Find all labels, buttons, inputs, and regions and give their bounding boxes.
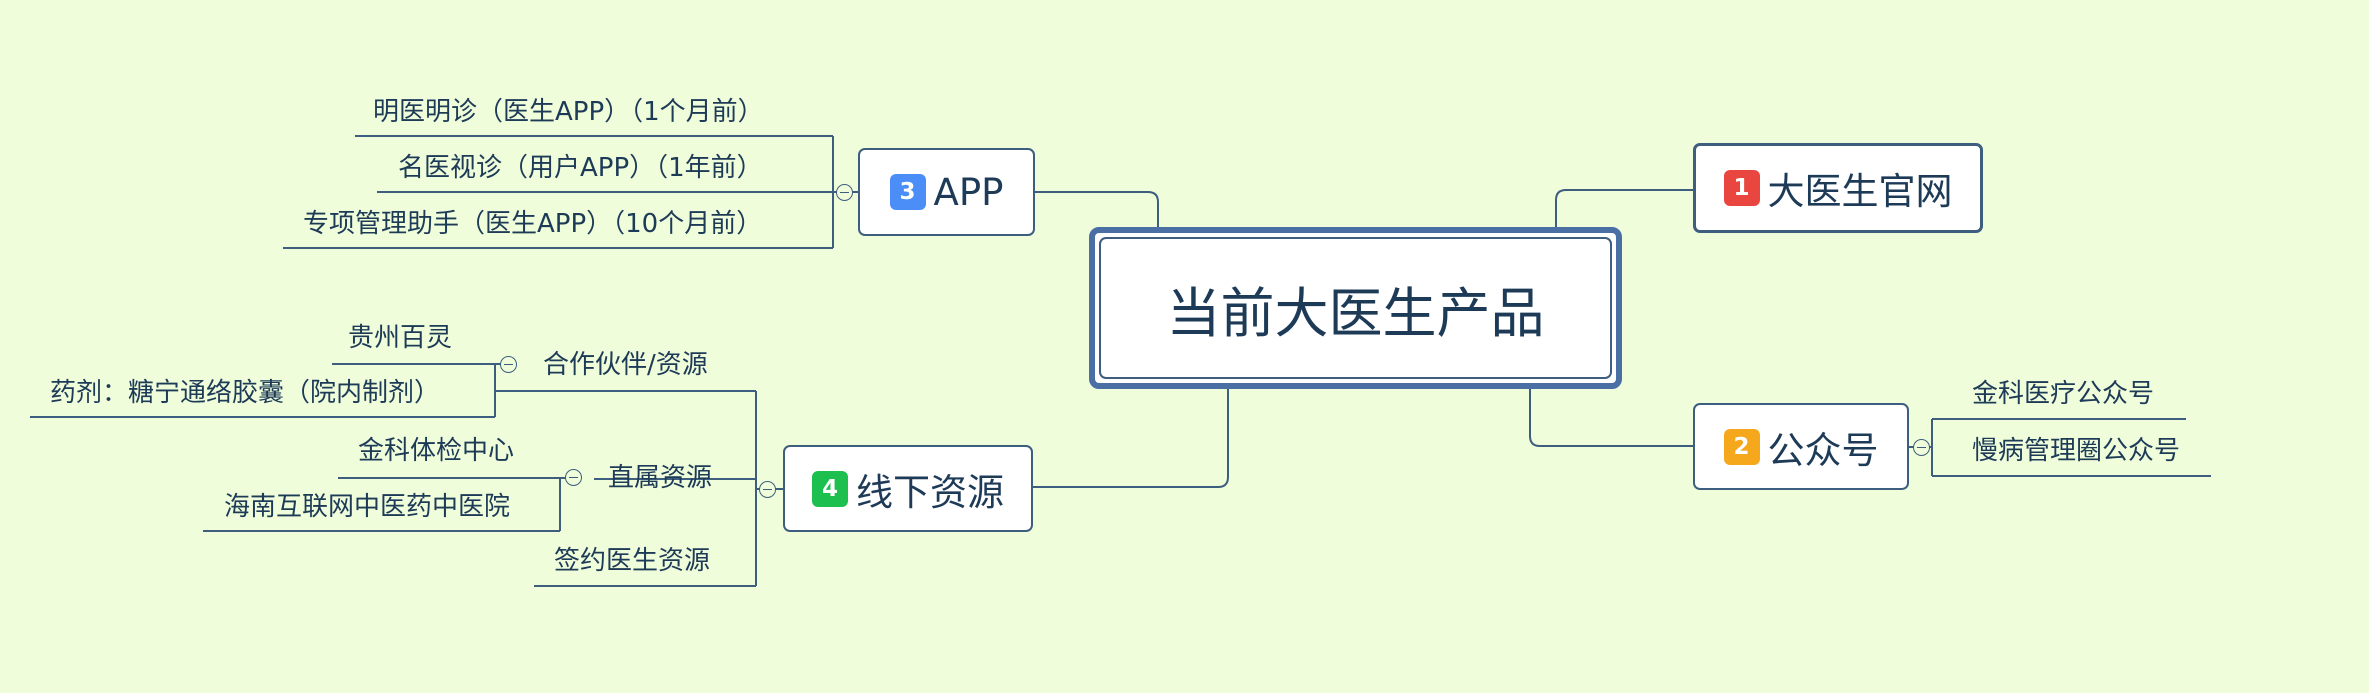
connector-wechat bbox=[1529, 379, 1693, 447]
priority-2-icon: 2 bbox=[1723, 428, 1760, 465]
leaf-mingyi-mingzhen[interactable]: 明医明诊（医生APP）（1个月前） bbox=[373, 97, 764, 127]
leaf-special-management-assistant[interactable]: 专项管理助手（医生APP）（10个月前） bbox=[303, 209, 762, 239]
collapse-partners-icon[interactable] bbox=[500, 356, 517, 373]
leaf-mingyi-shizhen[interactable]: 名医视诊（用户APP）（1年前） bbox=[398, 153, 763, 183]
collapse-direct-icon[interactable] bbox=[565, 469, 582, 486]
topic-wechat-label: 公众号 bbox=[1767, 428, 1879, 472]
topic-wechat[interactable]: 2 公众号 bbox=[1693, 403, 1909, 490]
branch-signed-doctors[interactable]: 签约医生资源 bbox=[554, 546, 710, 576]
priority-3-icon: 3 bbox=[889, 174, 926, 210]
leaf-hainan-tcm-hospital[interactable]: 海南互联网中医药中医院 bbox=[224, 492, 510, 522]
topic-app[interactable]: 3 APP bbox=[858, 148, 1035, 236]
mind-map-canvas: 当前大医生产品 1 大医生官网 2 公众号 金科医疗公众号 慢病管理圈公众号 3… bbox=[0, 0, 2369, 693]
topic-official-site-label: 大医生官网 bbox=[1767, 170, 1953, 213]
topic-offline-resources[interactable]: 4 线下资源 bbox=[783, 445, 1033, 532]
central-topic[interactable]: 当前大医生产品 bbox=[1099, 237, 1612, 379]
priority-1-icon: 1 bbox=[1723, 170, 1760, 206]
central-topic-label: 当前大医生产品 bbox=[1166, 281, 1545, 345]
leaf-chronic-disease-account[interactable]: 慢病管理圈公众号 bbox=[1972, 436, 2180, 466]
branch-direct-resources[interactable]: 直属资源 bbox=[608, 463, 712, 493]
collapse-offline-icon[interactable] bbox=[759, 481, 776, 498]
topic-offline-label: 线下资源 bbox=[856, 470, 1004, 514]
collapse-app-icon[interactable] bbox=[836, 184, 853, 201]
topic-official-site[interactable]: 1 大医生官网 bbox=[1693, 143, 1983, 233]
leaf-tangning-capsule[interactable]: 药剂：糖宁通络胶囊（院内制剂） bbox=[50, 378, 440, 408]
collapse-wechat-icon[interactable] bbox=[1913, 439, 1930, 456]
priority-4-icon: 4 bbox=[812, 470, 848, 507]
leaf-guizhou-bailing[interactable]: 贵州百灵 bbox=[348, 323, 452, 353]
leaf-jinke-medical-account[interactable]: 金科医疗公众号 bbox=[1972, 379, 2154, 409]
topic-app-label: APP bbox=[933, 170, 1004, 214]
connector-offline bbox=[1033, 379, 1229, 488]
leaf-jinke-checkup-center[interactable]: 金科体检中心 bbox=[358, 436, 514, 466]
branch-partners[interactable]: 合作伙伴/资源 bbox=[543, 350, 708, 380]
